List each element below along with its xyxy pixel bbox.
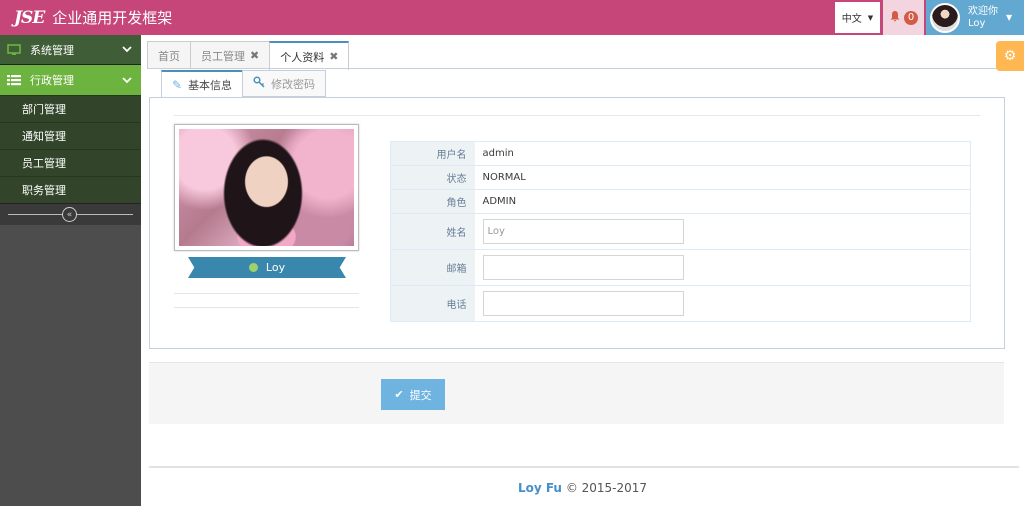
footer: Loy Fu © 2015-2017 — [141, 481, 1024, 495]
top-navbar: JSE 企业通用开发框架 中文 ▼ 0 欢迎你 Loy ▼ — [0, 0, 1024, 35]
notification-count-badge: 0 — [903, 10, 919, 25]
footer-divider — [149, 466, 1019, 468]
table-row: 姓名 — [390, 213, 971, 250]
list-icon — [6, 74, 22, 86]
tab-profile[interactable]: 个人资料 ✖ — [269, 41, 350, 70]
sidebar-item-position[interactable]: 职务管理 — [0, 176, 141, 203]
user-info: 欢迎你 Loy — [968, 6, 998, 30]
language-select[interactable]: 中文 ▼ — [835, 2, 880, 33]
profile-info-table: 用户名 admin 状态 NORMAL 角色 ADMIN 姓名 邮箱 — [390, 141, 971, 322]
subtab-label: 修改密码 — [271, 77, 316, 91]
close-icon[interactable]: ✖ — [250, 49, 259, 62]
form-actions: ✔ 提交 — [149, 362, 1004, 424]
username-label: 用户名 — [390, 141, 475, 166]
name-field[interactable] — [482, 219, 684, 244]
username-text: Loy — [968, 17, 986, 29]
profile-name-ribbon: Loy — [188, 257, 346, 278]
profile-image — [179, 129, 354, 246]
phone-field[interactable] — [482, 291, 684, 316]
divider — [174, 115, 980, 116]
settings-button[interactable]: ⚙ — [996, 41, 1024, 71]
subtab-basic-info[interactable]: ✎ 基本信息 — [161, 70, 244, 97]
table-row: 角色 ADMIN — [390, 189, 971, 214]
profile-subtabs: ✎ 基本信息 修改密码 — [161, 70, 327, 97]
sidebar-collapse-bar: « — [0, 203, 141, 225]
tab-home[interactable]: 首页 — [147, 41, 191, 69]
sidebar-item-admin[interactable]: 行政管理 — [0, 65, 141, 95]
table-row: 用户名 admin — [390, 141, 971, 166]
main-content: 首页 员工管理 ✖ 个人资料 ✖ ⚙ ✎ 基本信息 修改密码 Loy 用户名 a… — [141, 35, 1024, 506]
tab-label: 员工管理 — [201, 49, 245, 63]
subtab-change-password[interactable]: 修改密码 — [242, 70, 327, 97]
language-value: 中文 — [841, 14, 862, 25]
tab-employee-management[interactable]: 员工管理 ✖ — [190, 41, 271, 69]
sidebar-item-label: 行政管理 — [30, 74, 74, 87]
subtab-label: 基本信息 — [188, 78, 233, 92]
tabs-divider — [147, 68, 1018, 69]
name-cell — [474, 213, 971, 250]
name-label: 姓名 — [390, 213, 475, 250]
email-label: 邮箱 — [390, 249, 475, 286]
role-label: 角色 — [390, 189, 475, 214]
submit-button[interactable]: ✔ 提交 — [381, 379, 445, 410]
bell-icon — [889, 10, 901, 26]
sidebar-item-system[interactable]: 系统管理 — [0, 35, 141, 65]
sidebar: 系统管理 行政管理 部门管理 通知管理 员工管理 职务管理 « — [0, 35, 141, 506]
sidebar-item-department[interactable]: 部门管理 — [0, 95, 141, 122]
caret-down-icon: ▼ — [1006, 13, 1013, 22]
username-value: admin — [474, 141, 971, 166]
profile-panel: Loy 用户名 admin 状态 NORMAL 角色 ADMIN 姓名 Loy … — [149, 97, 1005, 349]
status-label: 状态 — [390, 165, 475, 190]
close-icon[interactable]: ✖ — [329, 50, 338, 63]
tab-label: 首页 — [158, 49, 180, 63]
notifications-button[interactable]: 0 — [883, 0, 924, 35]
chevron-down-icon — [122, 43, 132, 56]
edit-icon: ✎ — [172, 77, 183, 92]
online-status-dot — [248, 263, 258, 272]
app-title: 企业通用开发框架 — [52, 9, 173, 27]
page-tabs: 首页 员工管理 ✖ 个人资料 ✖ — [147, 41, 350, 70]
sidebar-item-label: 系统管理 — [30, 43, 74, 57]
avatar — [930, 2, 960, 33]
brand[interactable]: JSE 企业通用开发框架 — [14, 0, 172, 35]
table-row: 邮箱 — [390, 249, 971, 286]
chevron-down-icon: ▼ — [867, 13, 874, 22]
phone-label: 电话 — [390, 285, 475, 322]
user-menu[interactable]: 欢迎你 Loy ▼ — [926, 0, 1024, 35]
divider — [174, 293, 359, 294]
brand-logo: JSE — [14, 7, 45, 28]
divider — [174, 307, 359, 308]
table-row: 电话 — [390, 285, 971, 322]
collapse-sidebar-button[interactable]: « — [62, 207, 77, 222]
chevron-down-icon — [122, 74, 132, 87]
phone-cell — [474, 285, 971, 322]
sidebar-item-notice[interactable]: 通知管理 — [0, 122, 141, 149]
email-cell — [474, 249, 971, 286]
profile-name: Loy — [265, 261, 286, 274]
role-value: ADMIN — [474, 189, 971, 214]
table-row: 状态 NORMAL — [390, 165, 971, 190]
submit-label: 提交 — [409, 388, 432, 402]
welcome-text: 欢迎你 — [968, 5, 998, 17]
footer-author: Loy Fu — [517, 481, 562, 495]
footer-copyright: © 2015-2017 — [565, 481, 648, 495]
status-value: NORMAL — [474, 165, 971, 190]
profile-photo[interactable] — [174, 124, 359, 251]
email-field[interactable] — [482, 255, 684, 280]
key-icon — [253, 76, 265, 91]
check-icon: ✔ — [394, 388, 404, 401]
tab-label: 个人资料 — [280, 50, 325, 64]
gear-icon: ⚙ — [1003, 48, 1017, 64]
desktop-icon — [6, 43, 22, 56]
sidebar-item-employee[interactable]: 员工管理 — [0, 149, 141, 176]
